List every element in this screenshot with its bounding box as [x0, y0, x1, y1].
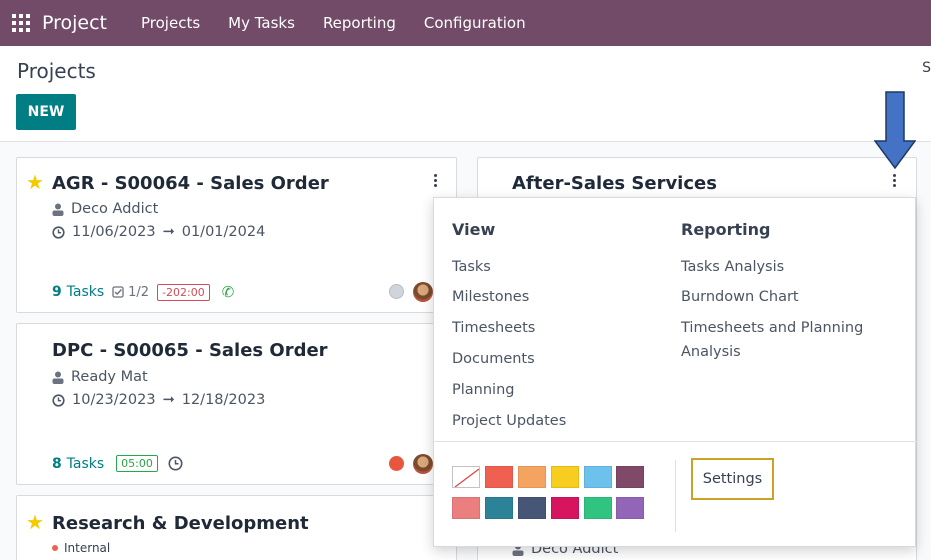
color-swatch[interactable] — [616, 466, 644, 488]
tag-dot — [52, 545, 58, 551]
annotation-arrow-down-icon — [874, 91, 916, 169]
color-swatch[interactable] — [485, 466, 513, 488]
date-end: 12/18/2023 — [181, 392, 266, 408]
search-clip: S — [922, 60, 931, 76]
subtask-ratio: 1/2 — [128, 284, 150, 300]
top-navbar: Project Projects My Tasks Reporting Conf… — [0, 0, 931, 46]
new-button[interactable]: NEW — [16, 94, 76, 130]
project-title: After-Sales Services — [512, 173, 717, 194]
page-title: Projects — [17, 59, 96, 83]
color-swatch-none[interactable] — [452, 466, 480, 488]
customer-row: Deco Addict — [52, 201, 158, 217]
tasks-count: 8 — [52, 455, 62, 472]
apps-menu-icon[interactable] — [12, 14, 30, 32]
color-swatch[interactable] — [452, 497, 480, 519]
menu-item-timesheets[interactable]: Timesheets — [452, 320, 535, 336]
menu-vertical-divider — [675, 460, 676, 532]
user-icon — [52, 371, 64, 384]
arrow-right-icon: ➞ — [162, 392, 175, 408]
color-swatch[interactable] — [485, 497, 513, 519]
menu-divider — [434, 441, 917, 442]
checkbox-icon — [112, 286, 124, 298]
project-title: AGR - S00064 - Sales Order — [52, 173, 329, 194]
card-footer: 9 Tasks 1/2 -202:00 ✆ — [52, 283, 234, 301]
subtask-count: 1/2 — [112, 285, 149, 300]
card-footer: 8 Tasks 05:00 — [52, 455, 183, 472]
customer-name: Ready Mat — [71, 369, 148, 385]
menu-item-planning[interactable]: Planning — [452, 382, 514, 398]
customer-row: Ready Mat — [52, 369, 148, 385]
date-start: 11/06/2023 — [72, 224, 156, 240]
menu-item-timesheets-planning[interactable]: Timesheets and Planning — [681, 320, 863, 336]
project-title: DPC - S00065 - Sales Order — [52, 340, 328, 361]
time-badge: -202:00 — [157, 283, 210, 301]
status-dot[interactable] — [389, 456, 404, 471]
clock-icon — [52, 393, 65, 407]
app-brand[interactable]: Project — [42, 12, 107, 34]
clock-icon — [168, 456, 183, 471]
menu-item-tasks-analysis[interactable]: Tasks Analysis — [681, 259, 784, 275]
date-row: 10/23/2023 ➞ 12/18/2023 — [52, 392, 265, 408]
menu-item-project-updates[interactable]: Project Updates — [452, 413, 566, 429]
tasks-link[interactable]: 9 Tasks — [52, 284, 104, 300]
status-dot[interactable] — [389, 284, 404, 299]
date-start: 10/23/2023 — [72, 392, 156, 408]
menu-item-timesheets-planning-cont[interactable]: Analysis — [681, 344, 741, 360]
menu-item-documents[interactable]: Documents — [452, 351, 535, 367]
project-card[interactable]: ★ AGR - S00064 - Sales Order Deco Addict… — [16, 157, 457, 313]
clock-icon — [52, 225, 65, 239]
tasks-count: 9 — [52, 284, 62, 300]
project-title: Research & Development — [52, 513, 309, 534]
user-icon — [52, 203, 64, 216]
color-swatch[interactable] — [551, 497, 579, 519]
tasks-link[interactable]: 8 Tasks — [52, 456, 104, 472]
tasks-label: Tasks — [66, 284, 105, 300]
menu-item-burndown-chart[interactable]: Burndown Chart — [681, 289, 799, 305]
project-card[interactable]: ★ Research & Development Internal — [16, 495, 457, 560]
arrow-right-icon: ➞ — [162, 224, 175, 240]
phone-icon[interactable]: ✆ — [222, 283, 235, 301]
project-card[interactable]: DPC - S00065 - Sales Order Ready Mat 10/… — [16, 323, 457, 485]
card-dropdown-menu: View Tasks Milestones Timesheets Documen… — [433, 197, 917, 547]
card-menu-icon[interactable] — [889, 170, 899, 190]
nav-configuration[interactable]: Configuration — [424, 14, 526, 32]
card-menu-icon[interactable] — [430, 170, 440, 190]
tag-row: Internal — [52, 541, 110, 555]
favorite-star-icon[interactable]: ★ — [26, 510, 44, 534]
tag-label: Internal — [64, 541, 111, 555]
time-badge: 05:00 — [116, 455, 158, 472]
tasks-label: Tasks — [66, 455, 105, 472]
customer-name: Deco Addict — [71, 201, 159, 217]
control-panel: Projects NEW S — [0, 46, 931, 142]
color-swatch[interactable] — [584, 497, 612, 519]
color-swatch[interactable] — [584, 466, 612, 488]
color-swatch[interactable] — [518, 497, 546, 519]
settings-button[interactable]: Settings — [691, 458, 774, 500]
menu-item-tasks[interactable]: Tasks — [452, 259, 491, 275]
date-row: 11/06/2023 ➞ 01/01/2024 — [52, 224, 265, 240]
nav-reporting[interactable]: Reporting — [323, 14, 396, 32]
nav-projects[interactable]: Projects — [141, 14, 200, 32]
avatar[interactable] — [413, 282, 433, 302]
view-heading: View — [452, 220, 496, 239]
nav-my-tasks[interactable]: My Tasks — [228, 14, 295, 32]
color-swatch[interactable] — [616, 497, 644, 519]
favorite-star-icon[interactable]: ★ — [26, 170, 44, 194]
reporting-heading: Reporting — [681, 220, 771, 239]
date-end: 01/01/2024 — [181, 224, 266, 240]
color-swatch[interactable] — [518, 466, 546, 488]
avatar[interactable] — [413, 454, 433, 474]
menu-item-milestones[interactable]: Milestones — [452, 289, 529, 305]
color-swatch[interactable] — [551, 466, 579, 488]
